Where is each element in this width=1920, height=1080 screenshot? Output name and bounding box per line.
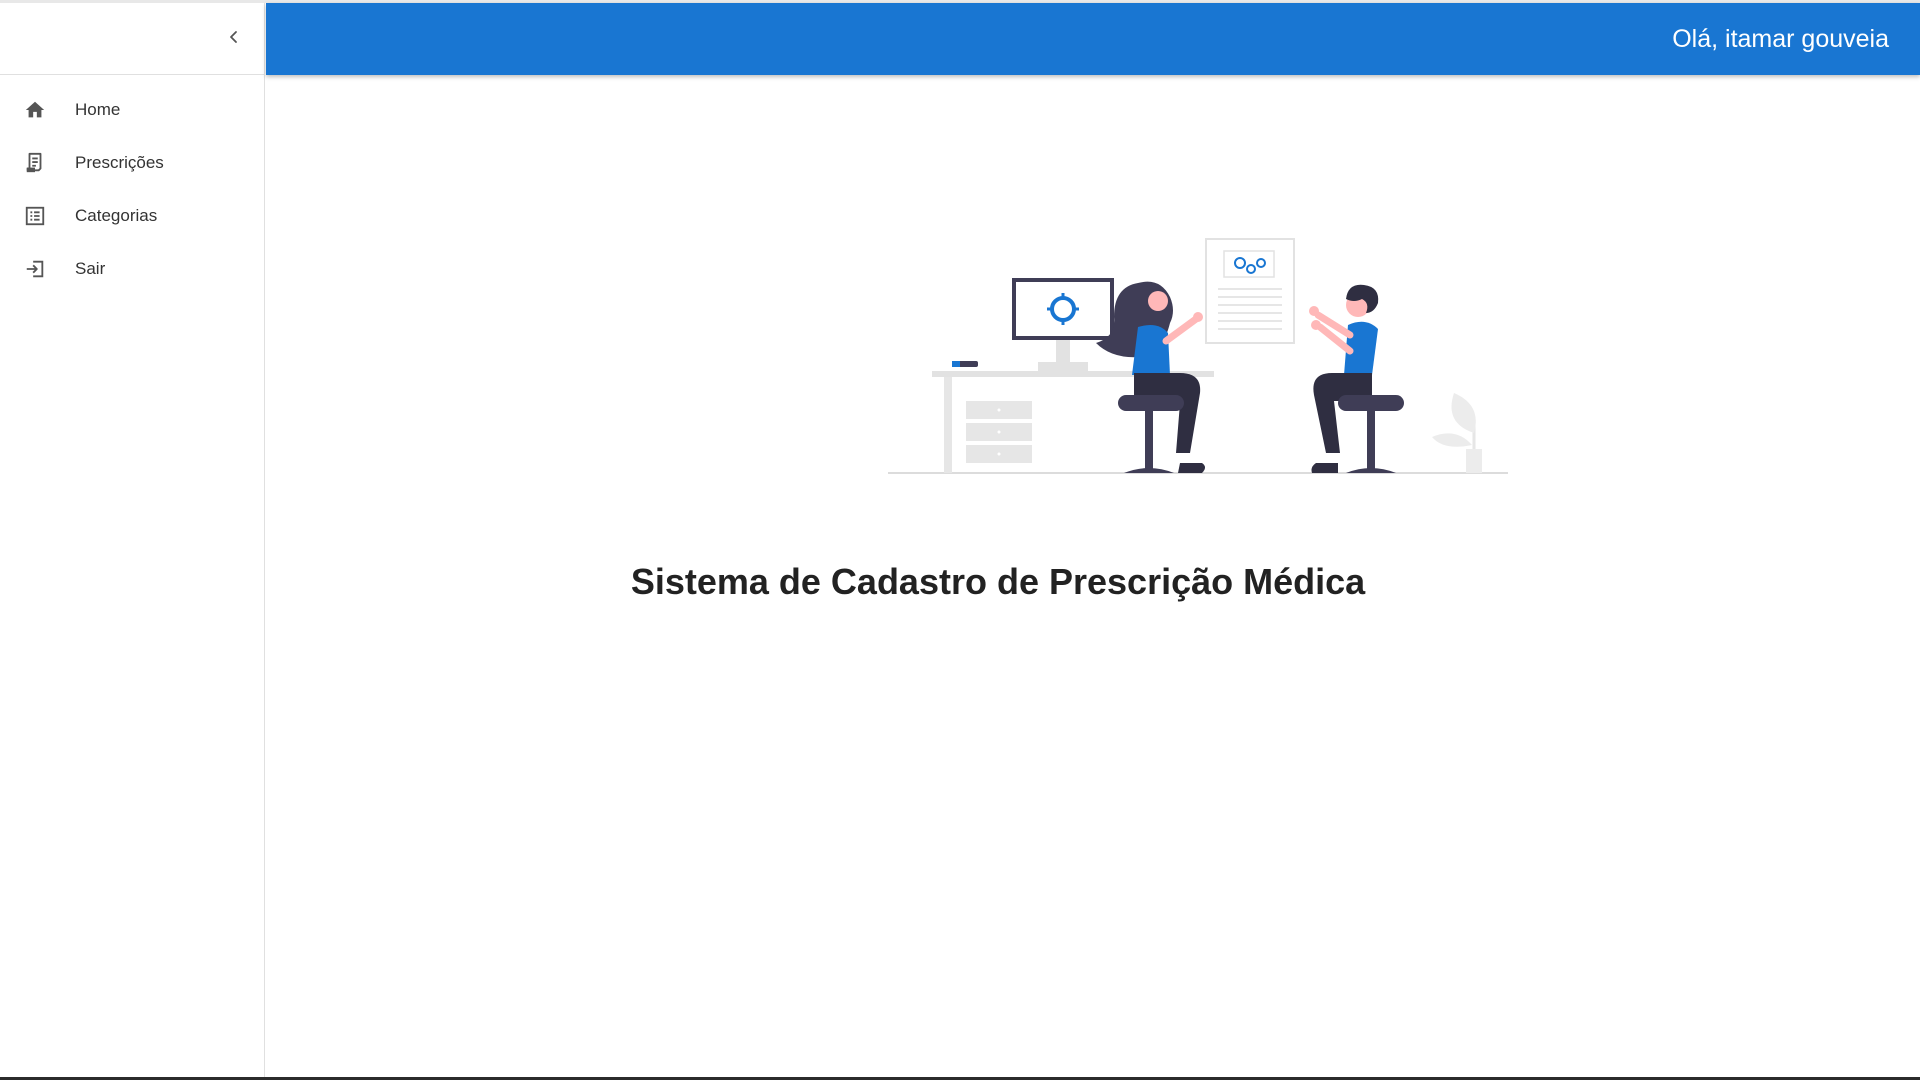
sidebar-item-prescricoes[interactable]: Prescrições [0,136,264,189]
receipt-icon [23,151,47,175]
sidebar-item-label: Prescrições [75,152,164,172]
sidebar-nav: Home Prescrições Categorias Sair [0,75,264,295]
logout-icon [23,257,47,281]
sidebar-item-categorias[interactable]: Categorias [0,189,264,242]
main-content: Sistema de Cadastro de Prescrição Médica [266,75,1920,1077]
sidebar-item-label: Home [75,99,121,119]
list-icon [23,204,47,228]
sidebar-item-label: Categorias [75,205,158,225]
page-title: Sistema de Cadastro de Prescrição Médica [630,561,1366,602]
sidebar-header [0,3,264,75]
two-people-working-illustration [888,223,1508,483]
home-icon [23,98,47,122]
app-window: Home Prescrições Categorias Sair Olá, it… [0,0,1920,1080]
collapse-sidebar-button[interactable] [218,23,250,55]
sidebar-item-home[interactable]: Home [0,83,264,136]
sidebar-item-sair[interactable]: Sair [0,242,264,295]
chevron-left-icon [227,30,241,49]
user-greeting: Olá, itamar gouveia [1672,25,1889,53]
app-bar: Olá, itamar gouveia [266,3,1920,75]
sidebar: Home Prescrições Categorias Sair [0,3,265,1077]
sidebar-item-label: Sair [75,258,106,278]
